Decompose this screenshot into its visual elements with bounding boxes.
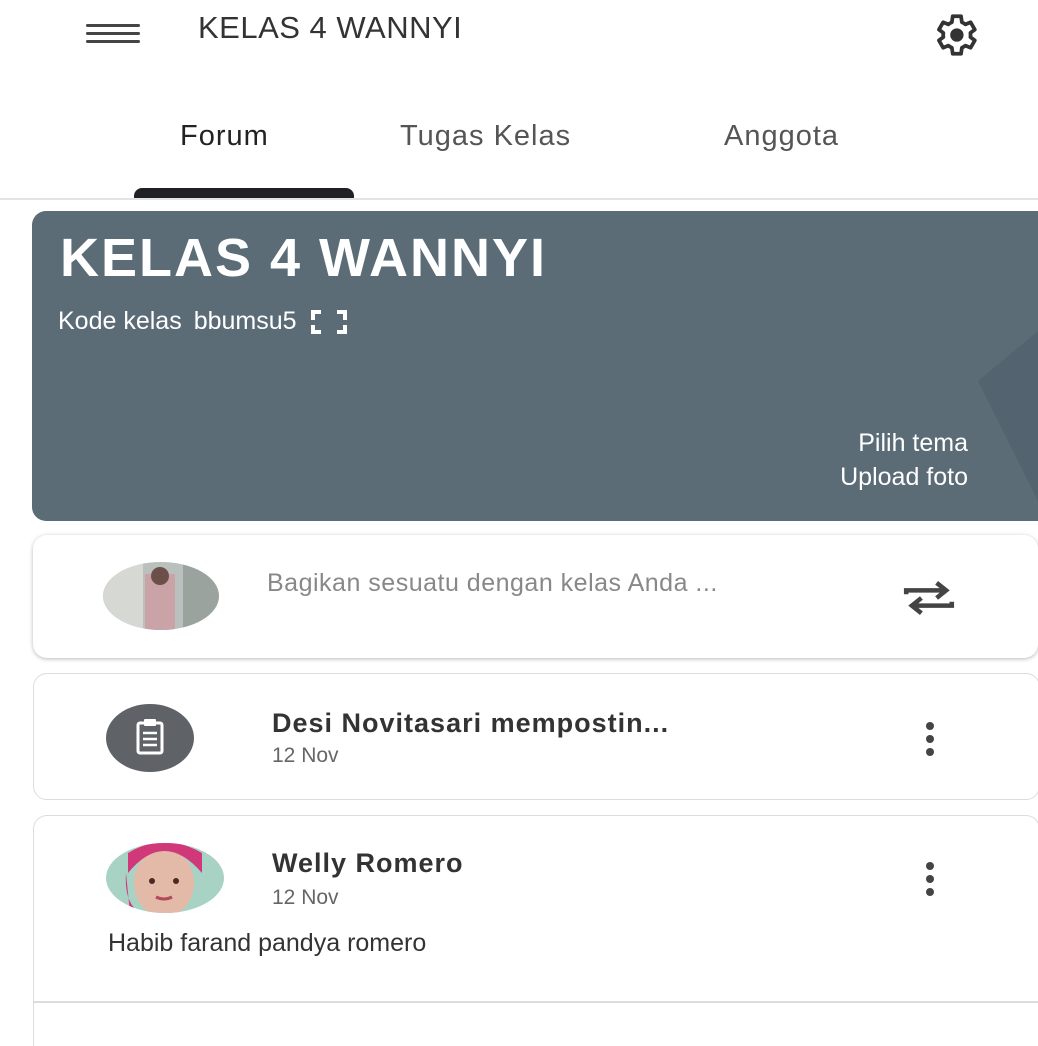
hamburger-menu-icon[interactable] bbox=[86, 24, 142, 44]
post-author: Welly Romero bbox=[272, 848, 464, 878]
post-card[interactable]: Welly Romero 12 Nov Habib farand pandya … bbox=[33, 815, 1038, 1046]
tab-tugas-kelas[interactable]: Tugas Kelas bbox=[400, 120, 571, 153]
post-card[interactable]: Desi Novitasari mempostin... 12 Nov bbox=[33, 673, 1038, 800]
post-date: 12 Nov bbox=[272, 744, 339, 767]
class-code-value: bbumsu5 bbox=[193, 307, 297, 335]
class-banner: KELAS 4 WANNYI Kode kelas bbumsu5 Pilih … bbox=[32, 211, 1038, 521]
post-date: 12 Nov bbox=[272, 886, 339, 909]
tab-bar: Forum Tugas Kelas Anggota bbox=[0, 100, 1038, 200]
gear-icon[interactable] bbox=[924, 10, 986, 60]
post-body: Habib farand pandya romero bbox=[108, 929, 427, 957]
upload-photo-link[interactable]: Upload foto bbox=[840, 463, 968, 492]
fullscreen-icon[interactable] bbox=[309, 308, 349, 336]
app-bar-title: KELAS 4 WANNYI bbox=[198, 10, 463, 45]
repeat-arrows-icon[interactable] bbox=[901, 579, 957, 617]
more-vert-icon[interactable] bbox=[918, 722, 942, 758]
post-title: Desi Novitasari mempostin... bbox=[272, 708, 670, 738]
avatar bbox=[103, 562, 219, 630]
class-code-row: Kode kelas bbumsu5 bbox=[58, 307, 349, 336]
class-title: KELAS 4 WANNYI bbox=[60, 228, 548, 288]
share-input[interactable]: Bagikan sesuatu dengan kelas Anda ... bbox=[267, 565, 827, 602]
assignment-icon bbox=[136, 719, 164, 755]
share-box: Bagikan sesuatu dengan kelas Anda ... bbox=[33, 535, 1038, 658]
divider bbox=[34, 1001, 1038, 1003]
more-vert-icon[interactable] bbox=[918, 862, 942, 898]
app-bar: KELAS 4 WANNYI bbox=[0, 0, 1038, 70]
avatar bbox=[106, 843, 224, 913]
class-code-label: Kode kelas bbox=[58, 307, 182, 335]
tab-anggota[interactable]: Anggota bbox=[724, 120, 839, 153]
assignment-icon-circle bbox=[106, 704, 194, 772]
choose-theme-link[interactable]: Pilih tema bbox=[858, 429, 968, 458]
active-tab-indicator bbox=[134, 188, 354, 198]
tab-forum[interactable]: Forum bbox=[180, 120, 269, 153]
